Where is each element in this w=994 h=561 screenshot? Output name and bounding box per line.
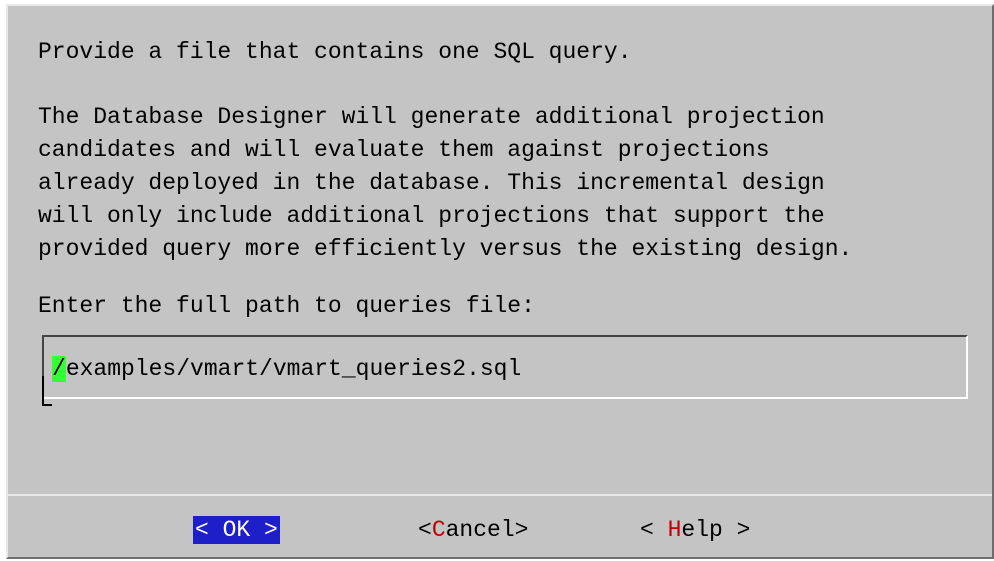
description-line: The Database Designer will generate addi…	[38, 104, 825, 130]
cancel-button-pre: <	[418, 517, 432, 543]
text-cursor: /	[52, 356, 66, 382]
path-prompt-label: Enter the full path to queries file:	[38, 293, 535, 319]
queries-path-text: examples/vmart/vmart_queries2.sql	[65, 356, 522, 382]
help-button-label: elp >	[681, 517, 751, 543]
ok-button[interactable]: < OK >	[193, 516, 280, 544]
description-line: will only include additional projections…	[38, 203, 825, 229]
cancel-button-hotkey: C	[431, 517, 446, 543]
ok-button-left: <	[195, 517, 223, 543]
queries-path-value[interactable]: /examples/vmart/vmart_queries2.sql	[52, 355, 521, 383]
cancel-button[interactable]: <Cancel>	[418, 516, 528, 544]
description-line: already deployed in the database. This i…	[38, 170, 825, 196]
cancel-button-label: ancel>	[445, 517, 529, 543]
description-line: candidates and will evaluate them agains…	[38, 137, 770, 163]
button-bar: < OK > <Cancel> < Help >	[8, 494, 992, 561]
dialog: Provide a file that contains one SQL que…	[6, 4, 994, 559]
description-line: provided query more efficiently versus t…	[38, 236, 853, 262]
input-corner-mark	[42, 376, 52, 406]
ok-button-right: >	[250, 517, 278, 543]
queries-path-input[interactable]: /examples/vmart/vmart_queries2.sql	[42, 335, 968, 399]
ok-button-label: OK	[222, 517, 251, 543]
help-button-hotkey: H	[667, 517, 682, 543]
help-button-pre: <	[640, 517, 668, 543]
help-button[interactable]: < Help >	[640, 516, 750, 544]
intro-text: Provide a file that contains one SQL que…	[38, 39, 632, 65]
